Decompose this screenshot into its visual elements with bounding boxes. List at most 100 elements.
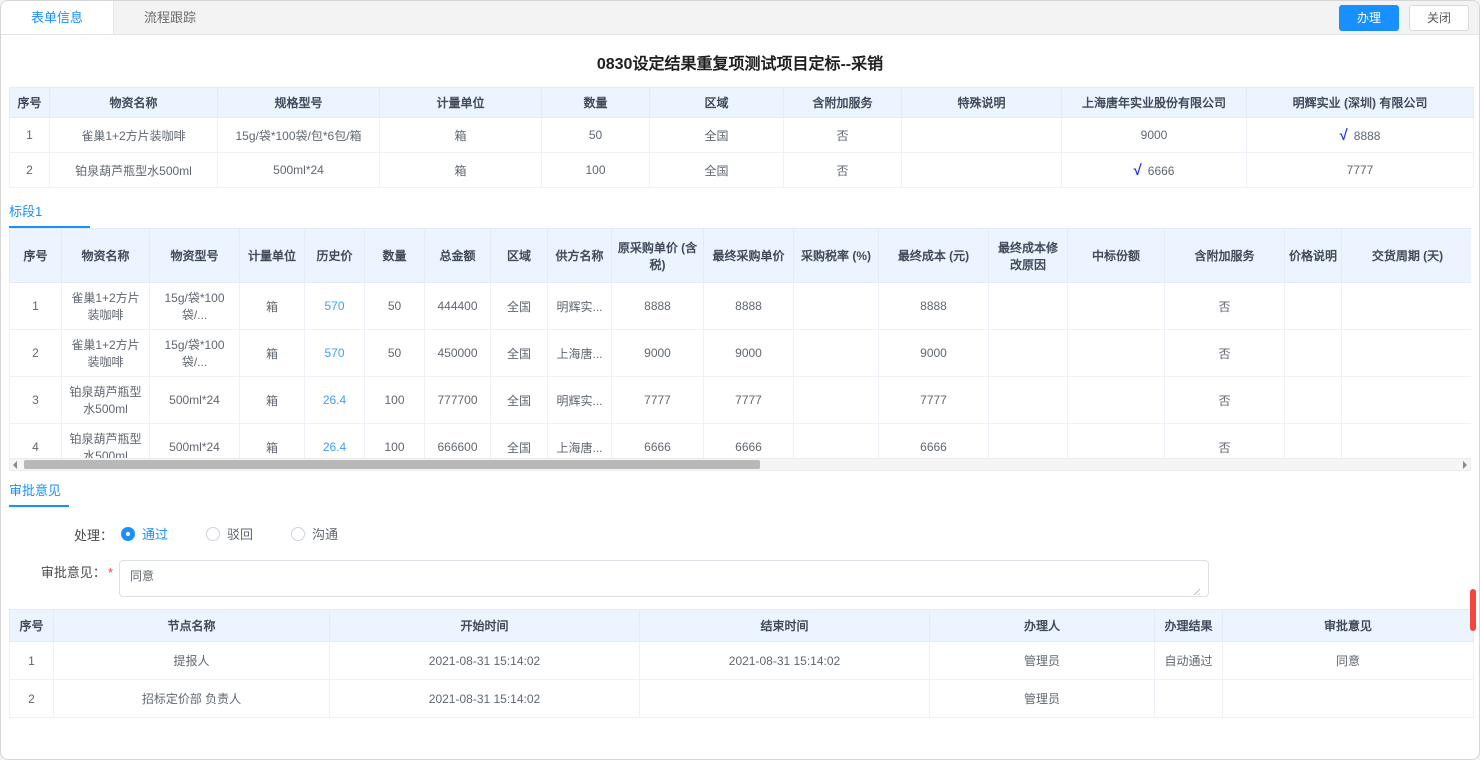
table-cell: √6666 <box>1062 153 1247 188</box>
table-cell: 450000 <box>425 330 491 377</box>
table-cell: 26.4 <box>305 424 365 459</box>
table-cell <box>794 377 879 424</box>
column-header: 明辉实业 (深圳) 有限公司 <box>1247 88 1474 118</box>
table-cell <box>1342 283 1472 330</box>
table-cell: 9000 <box>1062 118 1247 153</box>
column-header: 上海唐年实业股份有限公司 <box>1062 88 1247 118</box>
bid-section-tab[interactable]: 标段1 <box>9 198 90 228</box>
table-cell <box>1068 377 1165 424</box>
radio-option-approve[interactable]: 通过 <box>121 524 168 543</box>
table-row: 1提报人2021-08-31 15:14:022021-08-31 15:14:… <box>10 642 1474 680</box>
table-cell: 570 <box>305 330 365 377</box>
column-header: 数量 <box>365 229 425 283</box>
table-cell: 7777 <box>1247 153 1474 188</box>
table-cell: 1 <box>10 642 54 680</box>
radio-option-return[interactable]: 驳回 <box>206 524 253 543</box>
table-cell <box>1285 283 1342 330</box>
table-cell <box>1068 330 1165 377</box>
price-link[interactable]: 570 <box>324 346 344 360</box>
table-cell: 自动通过 <box>1155 642 1223 680</box>
table-cell <box>794 424 879 459</box>
vertical-scrollbar-thumb[interactable] <box>1470 589 1476 631</box>
price-link[interactable]: 570 <box>324 299 344 313</box>
table-cell: 15g/袋*100袋/... <box>150 330 240 377</box>
table-cell: 上海唐... <box>548 330 612 377</box>
horizontal-scrollbar-thumb[interactable] <box>24 460 760 469</box>
comment-textarea[interactable]: 同意 <box>119 560 1209 597</box>
table-cell: 全国 <box>650 153 784 188</box>
table-cell: 3 <box>10 377 62 424</box>
table-row: 2铂泉葫芦瓶型水500ml500ml*24箱100全国否√66667777 <box>10 153 1474 188</box>
column-header: 采购税率 (%) <box>794 229 879 283</box>
process-button[interactable]: 办理 <box>1339 5 1399 31</box>
scroll-left-arrow-icon[interactable] <box>13 461 17 469</box>
table-cell: 全国 <box>650 118 784 153</box>
table-cell: 100 <box>542 153 650 188</box>
table-cell: 上海唐... <box>548 424 612 459</box>
table-cell: 2 <box>10 680 54 718</box>
column-header: 最终成本 (元) <box>879 229 989 283</box>
table-cell <box>989 377 1068 424</box>
table-cell <box>1342 377 1472 424</box>
table-cell: 提报人 <box>54 642 330 680</box>
tab-process-tracking[interactable]: 流程跟踪 <box>114 1 226 34</box>
table-cell <box>794 283 879 330</box>
required-asterisk: * <box>108 565 113 580</box>
page-title: 0830设定结果重复项测试项目定标--采销 <box>597 56 883 73</box>
comment-row: 审批意见：* 同意 <box>1 560 1479 602</box>
table-cell: 管理员 <box>930 680 1155 718</box>
table-cell: 8888 <box>879 283 989 330</box>
table-cell: 铂泉葫芦瓶型水500ml <box>62 424 150 459</box>
table-cell: 箱 <box>240 283 305 330</box>
table-cell: 500ml*24 <box>218 153 380 188</box>
table-cell: 箱 <box>240 377 305 424</box>
radio-unselected-icon <box>206 527 220 541</box>
radio-label: 驳回 <box>227 524 253 543</box>
table-row: 2雀巢1+2方片装咖啡15g/袋*100袋/...箱57050450000全国上… <box>10 330 1472 377</box>
table-cell: 9000 <box>704 330 794 377</box>
scroll-right-arrow-icon[interactable] <box>1463 461 1467 469</box>
column-header: 物资名称 <box>62 229 150 283</box>
column-header: 序号 <box>10 610 54 642</box>
table-cell: 雀巢1+2方片装咖啡 <box>62 330 150 377</box>
price-link[interactable]: 26.4 <box>323 393 346 407</box>
horizontal-scrollbar[interactable] <box>9 458 1471 471</box>
price-link[interactable]: 26.4 <box>323 440 346 454</box>
table-cell: 否 <box>1165 424 1285 459</box>
table-cell: 50 <box>365 330 425 377</box>
radio-label: 通过 <box>142 524 168 543</box>
approval-section-title: 审批意见 <box>9 477 69 507</box>
column-header: 总金额 <box>425 229 491 283</box>
table-row: 4铂泉葫芦瓶型水500ml500ml*24箱26.4100666600全国上海唐… <box>10 424 1472 459</box>
column-header: 计量单位 <box>240 229 305 283</box>
summary-table: 序号物资名称规格型号计量单位数量区域含附加服务特殊说明上海唐年实业股份有限公司明… <box>9 87 1474 188</box>
table-cell: 全国 <box>491 424 548 459</box>
table-cell: 500ml*24 <box>150 424 240 459</box>
table-cell: 100 <box>365 424 425 459</box>
table-cell: 否 <box>784 118 902 153</box>
table-cell: 7777 <box>704 377 794 424</box>
history-table-wrap: 序号节点名称开始时间结束时间办理人办理结果审批意见1提报人2021-08-31 … <box>9 609 1471 718</box>
tab-form-info[interactable]: 表单信息 <box>1 1 114 34</box>
table-cell: 8888 <box>704 283 794 330</box>
column-header: 价格说明 <box>1285 229 1342 283</box>
table-cell: 500ml*24 <box>150 377 240 424</box>
table-cell: 4 <box>10 424 62 459</box>
table-cell: 同意 <box>1223 642 1474 680</box>
table-cell: 26.4 <box>305 377 365 424</box>
column-header: 序号 <box>10 88 50 118</box>
table-cell: 50 <box>365 283 425 330</box>
table-cell <box>1068 424 1165 459</box>
column-header: 供方名称 <box>548 229 612 283</box>
close-button[interactable]: 关闭 <box>1409 5 1469 31</box>
column-header: 规格型号 <box>218 88 380 118</box>
table-cell: 666600 <box>425 424 491 459</box>
table-cell: 明辉实... <box>548 377 612 424</box>
table-cell <box>902 153 1062 188</box>
column-header: 办理人 <box>930 610 1155 642</box>
table-row: 1雀巢1+2方片装咖啡15g/袋*100袋/包*6包/箱箱50全国否9000√8… <box>10 118 1474 153</box>
column-header: 含附加服务 <box>784 88 902 118</box>
action-label: 处理： <box>1 523 113 544</box>
radio-option-communicate[interactable]: 沟通 <box>291 524 338 543</box>
column-header: 节点名称 <box>54 610 330 642</box>
